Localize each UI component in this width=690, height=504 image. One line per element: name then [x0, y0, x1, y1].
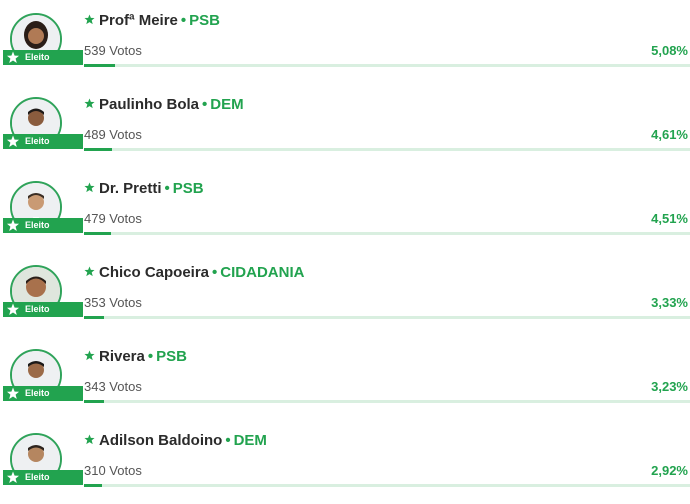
avatar-container: Eleito [3, 13, 83, 65]
vote-count: 343 Votos [84, 379, 142, 394]
star-icon [84, 182, 95, 193]
vote-count: 489 Votos [84, 127, 142, 142]
separator-dot: • [202, 96, 208, 113]
candidate-row[interactable]: Eleito Dr. Pretti • PSB 479 Votos 4,51% [0, 168, 690, 252]
candidate-name: Rivera [99, 348, 145, 365]
vote-count: 310 Votos [84, 463, 142, 478]
separator-dot: • [147, 348, 154, 365]
vote-percentage: 3,23% [651, 379, 688, 394]
star-icon [7, 387, 19, 399]
elected-badge-label: Eleito [25, 220, 50, 230]
elected-badge-label: Eleito [25, 388, 50, 398]
progress-fill [84, 64, 115, 67]
candidate-row[interactable]: Eleito Chico Capoeira • CIDADANIA 353 Voto… [0, 252, 690, 336]
star-icon [84, 98, 95, 109]
progress-fill [84, 400, 104, 403]
separator-dot: • [180, 12, 187, 29]
separator-dot: • [225, 432, 231, 449]
vote-percentage: 3,33% [651, 295, 688, 310]
progress-track [84, 148, 690, 151]
candidate-name: Chico Capoeira [99, 264, 210, 281]
candidate-heading: Profª Meire • PSB [84, 12, 220, 29]
vote-percentage: 2,92% [651, 463, 688, 478]
separator-dot: • [164, 180, 170, 197]
star-icon [84, 266, 95, 277]
star-icon [84, 434, 95, 445]
candidate-row[interactable]: Eleito Rivera • PSB 343 Votos 3,23% [0, 336, 690, 420]
progress-fill [84, 316, 105, 319]
vote-count: 353 Votos [84, 295, 142, 310]
progress-fill [84, 484, 102, 487]
avatar-container: Eleito [3, 181, 83, 233]
progress-track [84, 484, 690, 487]
star-icon [7, 471, 19, 483]
candidate-row[interactable]: Eleito Adilson Baldoino • DEM 310 Votos 2,… [0, 420, 690, 504]
star-icon [84, 350, 95, 361]
candidate-row[interactable]: Eleito Profª Meire • PSB 539 Votos 5,08% [0, 0, 690, 84]
candidate-name: Paulinho Bola [99, 96, 200, 113]
progress-track [84, 400, 690, 403]
elected-badge-label: Eleito [25, 304, 50, 314]
vote-count: 479 Votos [84, 211, 142, 226]
candidate-heading: Adilson Baldoino • DEM [84, 432, 267, 449]
candidate-name: Adilson Baldoino [99, 432, 223, 449]
elected-badge: Eleito [3, 50, 83, 65]
candidate-heading: Paulinho Bola • DEM [84, 96, 244, 113]
vote-count: 539 Votos [84, 43, 142, 58]
elected-badge-label: Eleito [25, 52, 50, 62]
vote-percentage: 4,61% [651, 127, 688, 142]
candidate-heading: Chico Capoeira • CIDADANIA [84, 264, 304, 281]
separator-dot: • [212, 264, 218, 281]
candidate-party: DEM [233, 432, 267, 449]
elected-badge-label: Eleito [25, 472, 50, 482]
star-icon [84, 14, 95, 25]
elected-badge: Eleito [3, 470, 83, 485]
elected-badge: Eleito [3, 134, 83, 149]
candidate-party: CIDADANIA [220, 264, 305, 281]
star-icon [7, 219, 19, 231]
candidate-heading: Dr. Pretti • PSB [84, 180, 204, 197]
progress-track [84, 64, 690, 67]
candidate-name: Profª Meire [99, 12, 178, 29]
elected-badge: Eleito [3, 218, 83, 233]
progress-track [84, 232, 690, 235]
progress-track [84, 316, 690, 319]
vote-percentage: 5,08% [651, 43, 688, 58]
candidate-party: DEM [210, 96, 244, 113]
progress-fill [84, 148, 112, 151]
avatar-container: Eleito [3, 97, 83, 149]
star-icon [7, 51, 19, 63]
candidate-name: Dr. Pretti [99, 180, 162, 197]
star-icon [7, 135, 19, 147]
candidate-party: PSB [172, 180, 204, 197]
avatar-container: Eleito [3, 349, 83, 401]
candidate-party: PSB [156, 348, 187, 365]
elected-badge-label: Eleito [25, 136, 50, 146]
candidate-heading: Rivera • PSB [84, 348, 187, 365]
candidate-row[interactable]: Eleito Paulinho Bola • DEM 489 Votos 4,61% [0, 84, 690, 168]
elected-badge: Eleito [3, 386, 83, 401]
progress-fill [84, 232, 112, 235]
star-icon [7, 303, 19, 315]
vote-percentage: 4,51% [651, 211, 688, 226]
candidate-party: PSB [189, 12, 221, 29]
avatar-container: Eleito [3, 433, 83, 485]
elected-badge: Eleito [3, 302, 83, 317]
avatar-container: Eleito [3, 265, 83, 317]
